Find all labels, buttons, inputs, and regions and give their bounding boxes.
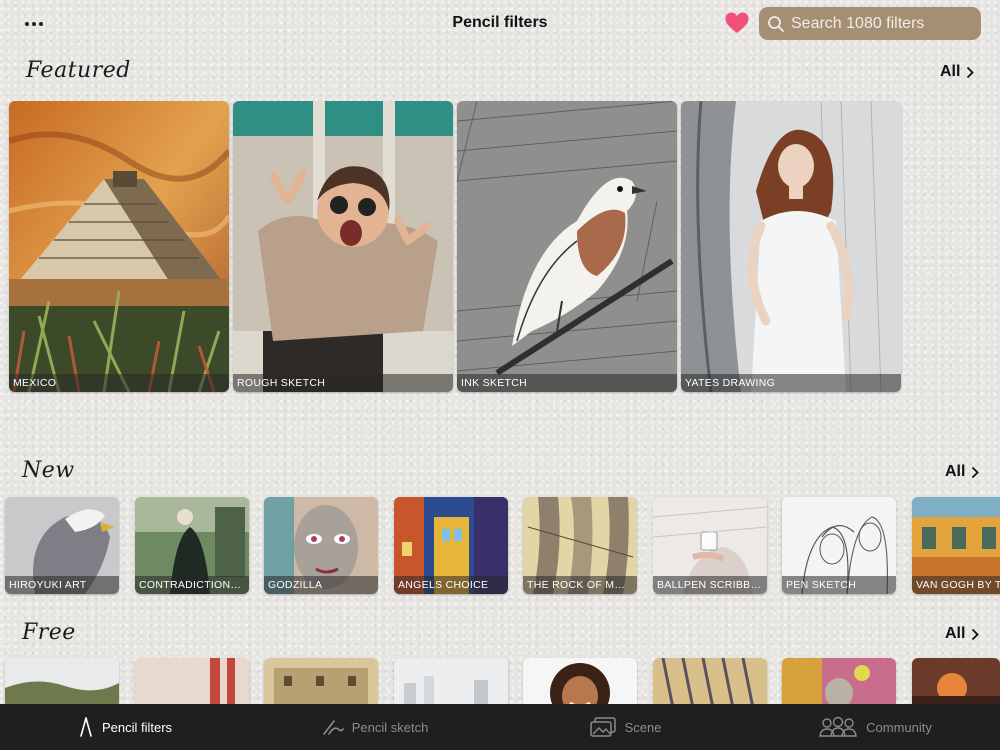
featured-all-link[interactable]: All <box>940 63 975 81</box>
search-icon <box>768 15 784 32</box>
free-title: Free <box>22 620 76 645</box>
bridge-thumbnail <box>135 658 249 708</box>
heart-icon[interactable] <box>724 11 750 35</box>
search-input[interactable] <box>791 14 971 33</box>
free-card[interactable] <box>912 658 1000 708</box>
tab-label: Pencil sketch <box>351 719 429 735</box>
chevron-right-icon <box>967 66 975 78</box>
featured-card-yates-drawing[interactable]: YATES DRAWING <box>681 101 901 392</box>
top-bar: Pencil filters <box>0 0 1000 48</box>
featured-card-rough-sketch[interactable]: ROUGH SKETCH <box>233 101 453 392</box>
card-caption: ROUGH SKETCH <box>233 374 453 392</box>
chevron-right-icon <box>972 628 980 640</box>
bird-sketch-artwork <box>457 101 677 392</box>
smiling-woman-thumbnail <box>523 658 637 708</box>
new-card-ballpen-scribble[interactable]: BALLPEN SCRIBBLE <box>653 497 767 594</box>
new-all-label: All <box>945 463 966 480</box>
zebra-thumbnail <box>653 658 767 708</box>
new-title: New <box>22 458 75 483</box>
search-bar[interactable] <box>759 7 981 40</box>
free-card[interactable] <box>5 658 119 708</box>
card-caption: GODZILLA <box>264 576 378 594</box>
tab-label: Scene <box>624 719 662 735</box>
card-caption: MEXICO <box>9 374 229 392</box>
tab-scene[interactable]: Scene <box>500 704 750 750</box>
card-caption: ANGELS CHOICE <box>394 576 508 594</box>
people-icon <box>819 716 857 737</box>
featured-card-mexico[interactable]: MEXICO <box>9 101 229 392</box>
new-card-angels-choice[interactable]: ANGELS CHOICE <box>394 497 508 594</box>
bottom-tab-bar: Pencil filters Pencil sketch Scene Commu… <box>0 704 1000 750</box>
card-caption: CONTRADICTIONS C... <box>135 576 249 594</box>
pyramid-artwork <box>9 101 229 392</box>
featured-title: Featured <box>26 58 131 83</box>
scribble-icon <box>322 720 344 735</box>
card-caption: BALLPEN SCRIBBLE <box>653 576 767 594</box>
card-caption: PEN SKETCH <box>782 576 896 594</box>
new-all-link[interactable]: All <box>945 463 980 481</box>
free-card[interactable] <box>653 658 767 708</box>
woman-sunglasses-photo <box>233 101 453 392</box>
hills-thumbnail <box>5 658 119 708</box>
sunset-thumbnail <box>912 658 1000 708</box>
card-caption: THE ROCK OF MONT... <box>523 576 637 594</box>
photos-icon <box>589 717 616 737</box>
cat-thumbnail <box>782 658 896 708</box>
tab-label: Pencil filters <box>101 719 173 735</box>
tab-community[interactable]: Community <box>750 704 1000 750</box>
featured-all-label: All <box>940 63 961 80</box>
new-card-van-gogh[interactable]: VAN GOGH BY TO <box>912 497 1000 594</box>
free-all-label: All <box>945 625 966 642</box>
chevron-right-icon <box>972 466 980 478</box>
city-thumbnail <box>394 658 508 708</box>
new-card-rock-of-mont[interactable]: THE ROCK OF MONT... <box>523 497 637 594</box>
card-caption: YATES DRAWING <box>681 374 901 392</box>
new-card-godzilla[interactable]: GODZILLA <box>264 497 378 594</box>
free-card[interactable] <box>523 658 637 708</box>
tab-label: Community <box>866 719 932 735</box>
new-card-pen-sketch[interactable]: PEN SKETCH <box>782 497 896 594</box>
pencil-icon <box>80 717 92 737</box>
woman-waterfall-artwork <box>681 101 901 392</box>
tab-pencil-filters[interactable]: Pencil filters <box>0 704 250 750</box>
free-all-link[interactable]: All <box>945 625 980 643</box>
card-caption: VAN GOGH BY TO <box>912 576 1000 594</box>
new-card-hiroyuki-art[interactable]: HIROYUKI ART <box>5 497 119 594</box>
card-caption: INK SKETCH <box>457 374 677 392</box>
free-card[interactable] <box>135 658 249 708</box>
new-card-contradictions[interactable]: CONTRADICTIONS C... <box>135 497 249 594</box>
card-caption: HIROYUKI ART <box>5 576 119 594</box>
featured-card-ink-sketch[interactable]: INK SKETCH <box>457 101 677 392</box>
free-card[interactable] <box>264 658 378 708</box>
tab-pencil-sketch[interactable]: Pencil sketch <box>250 704 500 750</box>
free-card[interactable] <box>782 658 896 708</box>
palace-thumbnail <box>264 658 378 708</box>
more-dots-icon[interactable] <box>22 14 46 34</box>
free-card[interactable] <box>394 658 508 708</box>
